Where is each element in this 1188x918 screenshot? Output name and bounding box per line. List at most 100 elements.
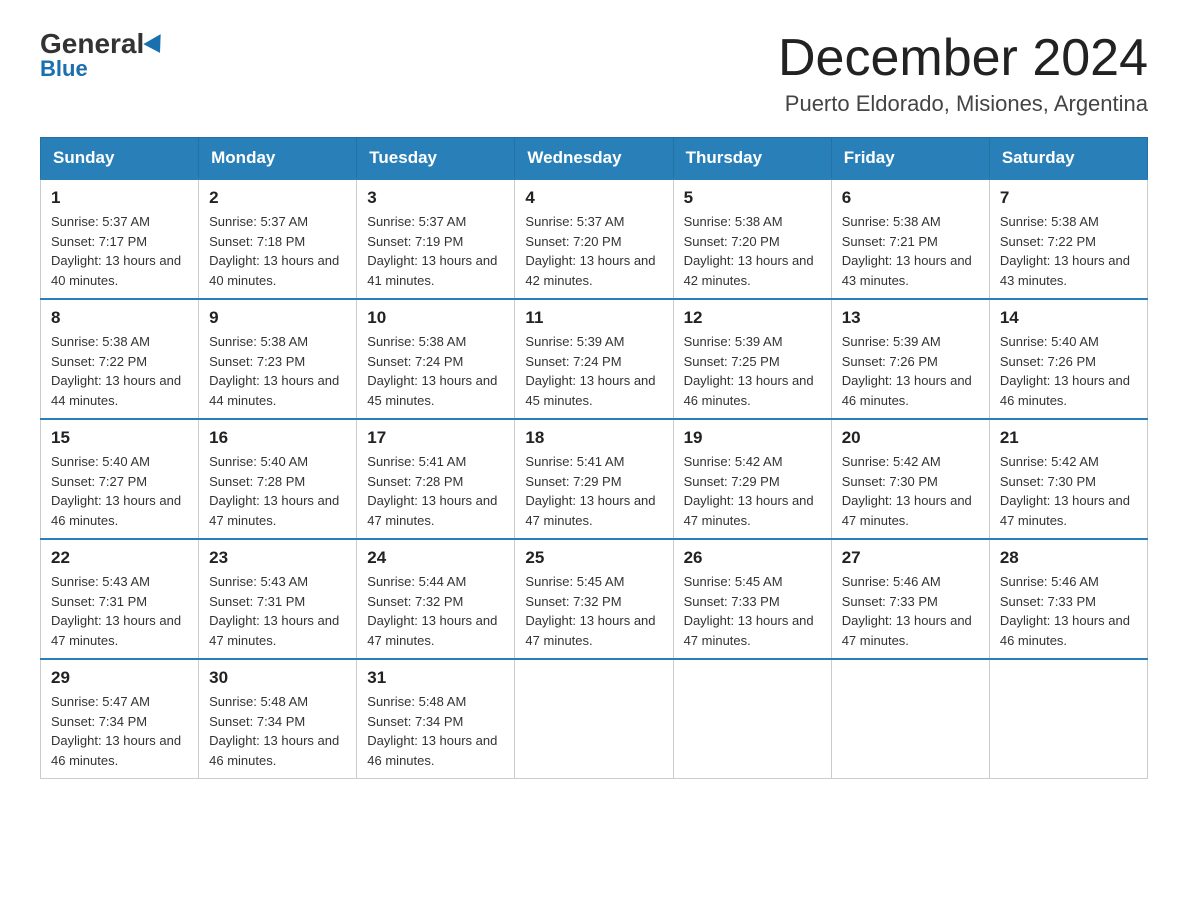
day-number: 21 [1000, 428, 1137, 448]
day-number: 16 [209, 428, 346, 448]
calendar-cell [831, 659, 989, 779]
day-number: 28 [1000, 548, 1137, 568]
calendar-cell: 6 Sunrise: 5:38 AMSunset: 7:21 PMDaylight… [831, 179, 989, 299]
day-number: 29 [51, 668, 188, 688]
calendar-cell: 2 Sunrise: 5:37 AMSunset: 7:18 PMDaylight… [199, 179, 357, 299]
day-number: 5 [684, 188, 821, 208]
day-number: 26 [684, 548, 821, 568]
day-info: Sunrise: 5:39 AMSunset: 7:24 PMDaylight:… [525, 332, 662, 410]
calendar-cell: 14 Sunrise: 5:40 AMSunset: 7:26 PMDayligh… [989, 299, 1147, 419]
day-info: Sunrise: 5:42 AMSunset: 7:29 PMDaylight:… [684, 452, 821, 530]
day-info: Sunrise: 5:47 AMSunset: 7:34 PMDaylight:… [51, 692, 188, 770]
calendar-cell: 7 Sunrise: 5:38 AMSunset: 7:22 PMDaylight… [989, 179, 1147, 299]
day-info: Sunrise: 5:45 AMSunset: 7:32 PMDaylight:… [525, 572, 662, 650]
day-number: 19 [684, 428, 821, 448]
logo-triangle-icon [144, 34, 169, 58]
day-info: Sunrise: 5:37 AMSunset: 7:17 PMDaylight:… [51, 212, 188, 290]
day-info: Sunrise: 5:42 AMSunset: 7:30 PMDaylight:… [842, 452, 979, 530]
calendar-cell: 16Sunrise: 5:40 AMSunset: 7:28 PMDayligh… [199, 419, 357, 539]
logo: General Blue [40, 30, 166, 82]
day-info: Sunrise: 5:43 AMSunset: 7:31 PMDaylight:… [51, 572, 188, 650]
day-number: 22 [51, 548, 188, 568]
calendar-cell: 25 Sunrise: 5:45 AMSunset: 7:32 PMDayligh… [515, 539, 673, 659]
week-row-1: 1 Sunrise: 5:37 AMSunset: 7:17 PMDaylight… [41, 179, 1148, 299]
calendar-cell: 23 Sunrise: 5:43 AMSunset: 7:31 PMDayligh… [199, 539, 357, 659]
day-number: 7 [1000, 188, 1137, 208]
day-info: Sunrise: 5:38 AMSunset: 7:21 PMDaylight:… [842, 212, 979, 290]
day-number: 23 [209, 548, 346, 568]
day-number: 27 [842, 548, 979, 568]
header-sunday: Sunday [41, 138, 199, 180]
day-info: Sunrise: 5:39 AMSunset: 7:25 PMDaylight:… [684, 332, 821, 410]
calendar-cell: 24 Sunrise: 5:44 AMSunset: 7:32 PMDayligh… [357, 539, 515, 659]
calendar-cell: 1 Sunrise: 5:37 AMSunset: 7:17 PMDaylight… [41, 179, 199, 299]
month-title: December 2024 [778, 30, 1148, 87]
day-number: 6 [842, 188, 979, 208]
title-area: December 2024 Puerto Eldorado, Misiones,… [778, 30, 1148, 117]
calendar-cell: 9 Sunrise: 5:38 AMSunset: 7:23 PMDaylight… [199, 299, 357, 419]
calendar-cell: 13 Sunrise: 5:39 AMSunset: 7:26 PMDayligh… [831, 299, 989, 419]
calendar-cell: 5 Sunrise: 5:38 AMSunset: 7:20 PMDaylight… [673, 179, 831, 299]
calendar-cell: 11 Sunrise: 5:39 AMSunset: 7:24 PMDayligh… [515, 299, 673, 419]
day-info: Sunrise: 5:45 AMSunset: 7:33 PMDaylight:… [684, 572, 821, 650]
header-friday: Friday [831, 138, 989, 180]
calendar-cell: 19 Sunrise: 5:42 AMSunset: 7:29 PMDayligh… [673, 419, 831, 539]
day-number: 25 [525, 548, 662, 568]
day-info: Sunrise: 5:40 AMSunset: 7:27 PMDaylight:… [51, 452, 188, 530]
calendar-cell [515, 659, 673, 779]
calendar-cell: 10 Sunrise: 5:38 AMSunset: 7:24 PMDayligh… [357, 299, 515, 419]
day-info: Sunrise: 5:44 AMSunset: 7:32 PMDaylight:… [367, 572, 504, 650]
calendar-cell: 4 Sunrise: 5:37 AMSunset: 7:20 PMDaylight… [515, 179, 673, 299]
calendar-cell: 22 Sunrise: 5:43 AMSunset: 7:31 PMDayligh… [41, 539, 199, 659]
day-info: Sunrise: 5:37 AMSunset: 7:18 PMDaylight:… [209, 212, 346, 290]
day-info: Sunrise: 5:39 AMSunset: 7:26 PMDaylight:… [842, 332, 979, 410]
week-row-4: 22 Sunrise: 5:43 AMSunset: 7:31 PMDayligh… [41, 539, 1148, 659]
day-info: Sunrise: 5:38 AMSunset: 7:22 PMDaylight:… [51, 332, 188, 410]
day-number: 3 [367, 188, 504, 208]
day-number: 31 [367, 668, 504, 688]
day-number: 15 [51, 428, 188, 448]
day-info: Sunrise: 5:38 AMSunset: 7:23 PMDaylight:… [209, 332, 346, 410]
logo-line1: General [40, 30, 166, 58]
day-info: Sunrise: 5:41 AMSunset: 7:29 PMDaylight:… [525, 452, 662, 530]
day-number: 24 [367, 548, 504, 568]
day-number: 8 [51, 308, 188, 328]
header-monday: Monday [199, 138, 357, 180]
day-number: 1 [51, 188, 188, 208]
day-number: 14 [1000, 308, 1137, 328]
calendar-cell: 31Sunrise: 5:48 AMSunset: 7:34 PMDayligh… [357, 659, 515, 779]
day-info: Sunrise: 5:41 AMSunset: 7:28 PMDaylight:… [367, 452, 504, 530]
calendar-cell: 17 Sunrise: 5:41 AMSunset: 7:28 PMDayligh… [357, 419, 515, 539]
calendar-cell: 20 Sunrise: 5:42 AMSunset: 7:30 PMDayligh… [831, 419, 989, 539]
calendar-cell: 18Sunrise: 5:41 AMSunset: 7:29 PMDayligh… [515, 419, 673, 539]
calendar-cell: 28Sunrise: 5:46 AMSunset: 7:33 PMDayligh… [989, 539, 1147, 659]
week-row-5: 29 Sunrise: 5:47 AMSunset: 7:34 PMDayligh… [41, 659, 1148, 779]
day-number: 13 [842, 308, 979, 328]
day-info: Sunrise: 5:43 AMSunset: 7:31 PMDaylight:… [209, 572, 346, 650]
header-thursday: Thursday [673, 138, 831, 180]
day-number: 4 [525, 188, 662, 208]
day-info: Sunrise: 5:37 AMSunset: 7:19 PMDaylight:… [367, 212, 504, 290]
calendar-cell: 27Sunrise: 5:46 AMSunset: 7:33 PMDayligh… [831, 539, 989, 659]
calendar-cell: 26 Sunrise: 5:45 AMSunset: 7:33 PMDayligh… [673, 539, 831, 659]
day-number: 10 [367, 308, 504, 328]
day-info: Sunrise: 5:42 AMSunset: 7:30 PMDaylight:… [1000, 452, 1137, 530]
day-info: Sunrise: 5:38 AMSunset: 7:24 PMDaylight:… [367, 332, 504, 410]
day-number: 2 [209, 188, 346, 208]
day-number: 20 [842, 428, 979, 448]
location-title: Puerto Eldorado, Misiones, Argentina [778, 91, 1148, 117]
calendar-cell: 21 Sunrise: 5:42 AMSunset: 7:30 PMDayligh… [989, 419, 1147, 539]
day-number: 11 [525, 308, 662, 328]
day-number: 17 [367, 428, 504, 448]
day-info: Sunrise: 5:38 AMSunset: 7:22 PMDaylight:… [1000, 212, 1137, 290]
day-number: 9 [209, 308, 346, 328]
calendar-cell: 3 Sunrise: 5:37 AMSunset: 7:19 PMDaylight… [357, 179, 515, 299]
day-info: Sunrise: 5:37 AMSunset: 7:20 PMDaylight:… [525, 212, 662, 290]
day-info: Sunrise: 5:40 AMSunset: 7:26 PMDaylight:… [1000, 332, 1137, 410]
day-info: Sunrise: 5:38 AMSunset: 7:20 PMDaylight:… [684, 212, 821, 290]
header-saturday: Saturday [989, 138, 1147, 180]
calendar-table: SundayMondayTuesdayWednesdayThursdayFrid… [40, 137, 1148, 779]
calendar-cell: 30Sunrise: 5:48 AMSunset: 7:34 PMDayligh… [199, 659, 357, 779]
calendar-cell [989, 659, 1147, 779]
header-tuesday: Tuesday [357, 138, 515, 180]
